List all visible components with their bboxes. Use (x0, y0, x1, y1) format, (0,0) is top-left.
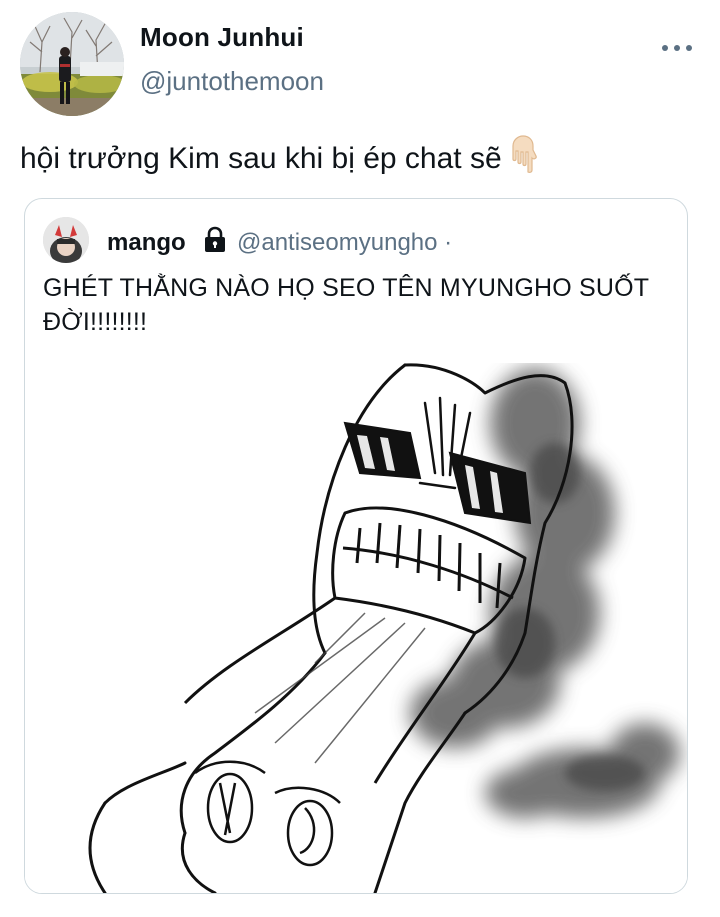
quoted-media-image[interactable] (25, 363, 687, 893)
author-handle[interactable]: @juntothemoon (140, 66, 324, 97)
backhand-index-pointing-down-icon (506, 134, 542, 182)
more-options-button[interactable] (662, 38, 692, 58)
tweet-text-content: hội trưởng Kim sau khi bị ép chat sẽ (20, 142, 502, 175)
author-display-name[interactable]: Moon Junhui (140, 22, 304, 53)
author-avatar[interactable] (20, 12, 124, 116)
quoted-author-avatar[interactable] (43, 217, 89, 263)
author-avatar-photo (20, 12, 124, 116)
angry-cartoon-sketch (25, 363, 687, 893)
more-dot-icon (662, 45, 668, 51)
quoted-handle[interactable]: @antiseomyungho · (237, 229, 452, 257)
quoted-tweet-text: GHÉT THẰNG NÀO HỌ SEO TÊN MYUNGHO SUỐT Đ… (43, 274, 649, 336)
quoted-tweet-card[interactable]: mango @antiseomyungho · GHÉT THẰNG NÀO H… (24, 198, 688, 894)
tweet: Moon Junhui @juntothemoon hội trưởng Kim… (0, 0, 720, 917)
more-dot-icon (686, 45, 692, 51)
quoted-display-name[interactable]: mango (107, 229, 186, 257)
lock-icon (201, 225, 229, 260)
tweet-text: hội trưởng Kim sau khi bị ép chat sẽ (20, 134, 542, 182)
more-dot-icon (674, 45, 680, 51)
quoted-author-avatar-photo (43, 217, 89, 263)
